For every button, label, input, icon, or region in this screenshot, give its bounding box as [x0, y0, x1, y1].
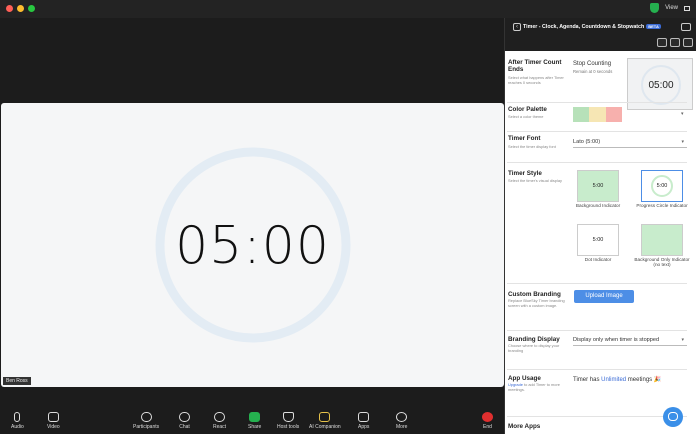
after-count-row: After Timer Count Ends Select what happe… — [507, 56, 687, 103]
timer-font-row: Timer Font Select the timer display font… — [507, 132, 687, 163]
app-usage-value: Timer has Unlimited meetings 🎉 — [573, 377, 662, 383]
app-usage-row: App Usage Upgrade to add Timer to more m… — [507, 370, 687, 417]
audio-label: Audio — [11, 424, 24, 430]
style-background-only[interactable] — [641, 224, 683, 256]
style-dot-caption: Dot Indicator — [584, 257, 612, 262]
camera-icon[interactable] — [657, 38, 667, 47]
upload-image-button[interactable]: Upload Image — [574, 290, 634, 303]
sparkle-icon — [319, 412, 331, 422]
ai-companion-label: AI Companion — [309, 424, 341, 430]
video-camera-icon — [47, 412, 59, 422]
apps-label: Apps — [358, 424, 370, 430]
panel-title: Timer - Clock, Agenda, Countdown & Stopw… — [523, 24, 661, 30]
participant-name-badge: Ben Ross — [3, 377, 31, 385]
share-screen-icon — [249, 412, 261, 422]
end-call-icon — [482, 412, 493, 422]
app-usage-sub: Upgrade to add Timer to more meetings. — [508, 382, 560, 392]
branding-display-row: Branding Display Choose where to display… — [507, 331, 687, 370]
color-palette-label: Color Palette — [508, 106, 547, 113]
share-label: Share — [248, 424, 262, 430]
participants-button[interactable]: Participants — [133, 412, 159, 430]
zoom-window: View 05:00 Ben Ross Audio Video Particip… — [0, 0, 696, 434]
shared-timer-stage: 05:00 Ben Ross — [1, 103, 504, 387]
color-palette-select[interactable] — [573, 107, 622, 122]
app-usage-label: App Usage — [508, 375, 541, 382]
apps-button[interactable]: Apps — [358, 412, 369, 430]
timer-style-row: Timer Style Select the timer's visual di… — [507, 163, 690, 284]
style-dot-indicator[interactable]: 5:00 — [577, 224, 619, 256]
more-label: More — [396, 424, 408, 430]
timer-display: 05:00 — [175, 216, 330, 276]
meeting-video-area: 05:00 Ben Ross — [0, 18, 504, 410]
more-apps-label: More Apps — [508, 423, 541, 430]
share-button[interactable]: Share — [248, 412, 261, 430]
microphone-icon — [14, 412, 21, 422]
branding-display-label: Branding Display — [508, 336, 560, 343]
title-bar: View — [0, 0, 696, 18]
timer-font-label: Timer Font — [508, 135, 541, 142]
color-palette-row: Color Palette Select a color theme ▾ — [507, 103, 687, 132]
video-button[interactable]: Video — [47, 412, 60, 430]
unlimited-link[interactable]: Unlimited — [601, 377, 626, 383]
style-background-indicator[interactable]: 5:00 — [577, 170, 619, 202]
chat-label: Chat — [179, 424, 190, 430]
video-label: Video — [47, 424, 60, 430]
audio-button[interactable]: Audio — [11, 412, 24, 430]
back-button[interactable]: ‹ — [513, 23, 521, 31]
chat-bubble-icon — [179, 412, 190, 422]
host-tools-label: Host tools — [277, 424, 300, 430]
style-background-only-caption: Background Only Indicator (no text) — [634, 257, 690, 268]
branding-display-sub: Choose where to display your branding — [508, 343, 560, 353]
close-window-button[interactable] — [6, 5, 13, 12]
heart-icon — [214, 412, 226, 422]
minimize-window-button[interactable] — [17, 5, 24, 12]
popout-icon[interactable] — [683, 38, 693, 47]
view-button[interactable]: View — [665, 5, 678, 11]
timer-style-label: Timer Style — [508, 170, 542, 177]
apps-grid-icon — [358, 412, 370, 422]
more-button[interactable]: More — [396, 412, 407, 430]
host-tools-button[interactable]: Host tools — [277, 412, 299, 430]
more-dots-icon — [396, 412, 408, 422]
security-shield-icon[interactable] — [650, 3, 660, 13]
after-count-sub: Select what happens after Timer reaches … — [508, 75, 564, 85]
after-count-value-sub: Remain at 0 seconds — [573, 69, 613, 74]
after-count-value[interactable]: Stop Counting — [573, 61, 611, 67]
end-label: End — [483, 424, 492, 430]
style-progress-circle-caption: Progress Circle Indicator — [636, 203, 688, 208]
ai-companion-button[interactable]: AI Companion — [309, 412, 341, 430]
grid-icon — [684, 5, 690, 11]
timer-font-sub: Select the timer display font — [508, 144, 556, 149]
participants-label: Participants — [133, 424, 160, 430]
custom-branding-sub: Replace BlueSky Timer branding screen wi… — [508, 298, 565, 308]
timer-font-select[interactable]: Lato (5:00) — [573, 138, 687, 148]
panel-header: ‹ Timer - Clock, Agenda, Countdown & Sto… — [505, 18, 696, 51]
chevron-down-icon: ▾ — [681, 111, 684, 117]
help-chat-button[interactable] — [663, 407, 683, 427]
style-progress-circle[interactable]: 5:00 — [641, 170, 683, 202]
color-palette-sub: Select a color theme — [508, 114, 544, 119]
filter-icon[interactable] — [670, 38, 680, 47]
custom-branding-row: Custom Branding Replace BlueSky Timer br… — [507, 284, 687, 331]
beta-badge: BETA — [646, 24, 661, 29]
chat-button[interactable]: Chat — [179, 412, 190, 430]
end-button[interactable]: End — [482, 412, 493, 430]
custom-branding-label: Custom Branding — [508, 291, 561, 298]
maximize-window-button[interactable] — [28, 5, 35, 12]
more-options-button[interactable] — [681, 23, 691, 31]
after-count-label: After Timer Count Ends — [508, 59, 562, 73]
react-label: React — [213, 424, 227, 430]
meeting-toolbar: Audio Video Participants Chat React Shar… — [0, 410, 504, 434]
shield-icon — [282, 412, 294, 422]
react-button[interactable]: React — [213, 412, 226, 430]
branding-display-select[interactable]: Display only when timer is stopped — [573, 336, 687, 346]
participants-icon — [140, 412, 152, 422]
style-background-caption: Background Indicator — [575, 203, 621, 208]
timer-app-panel: ‹ Timer - Clock, Agenda, Countdown & Sto… — [504, 18, 696, 434]
timer-style-sub: Select the timer's visual display — [508, 178, 562, 183]
